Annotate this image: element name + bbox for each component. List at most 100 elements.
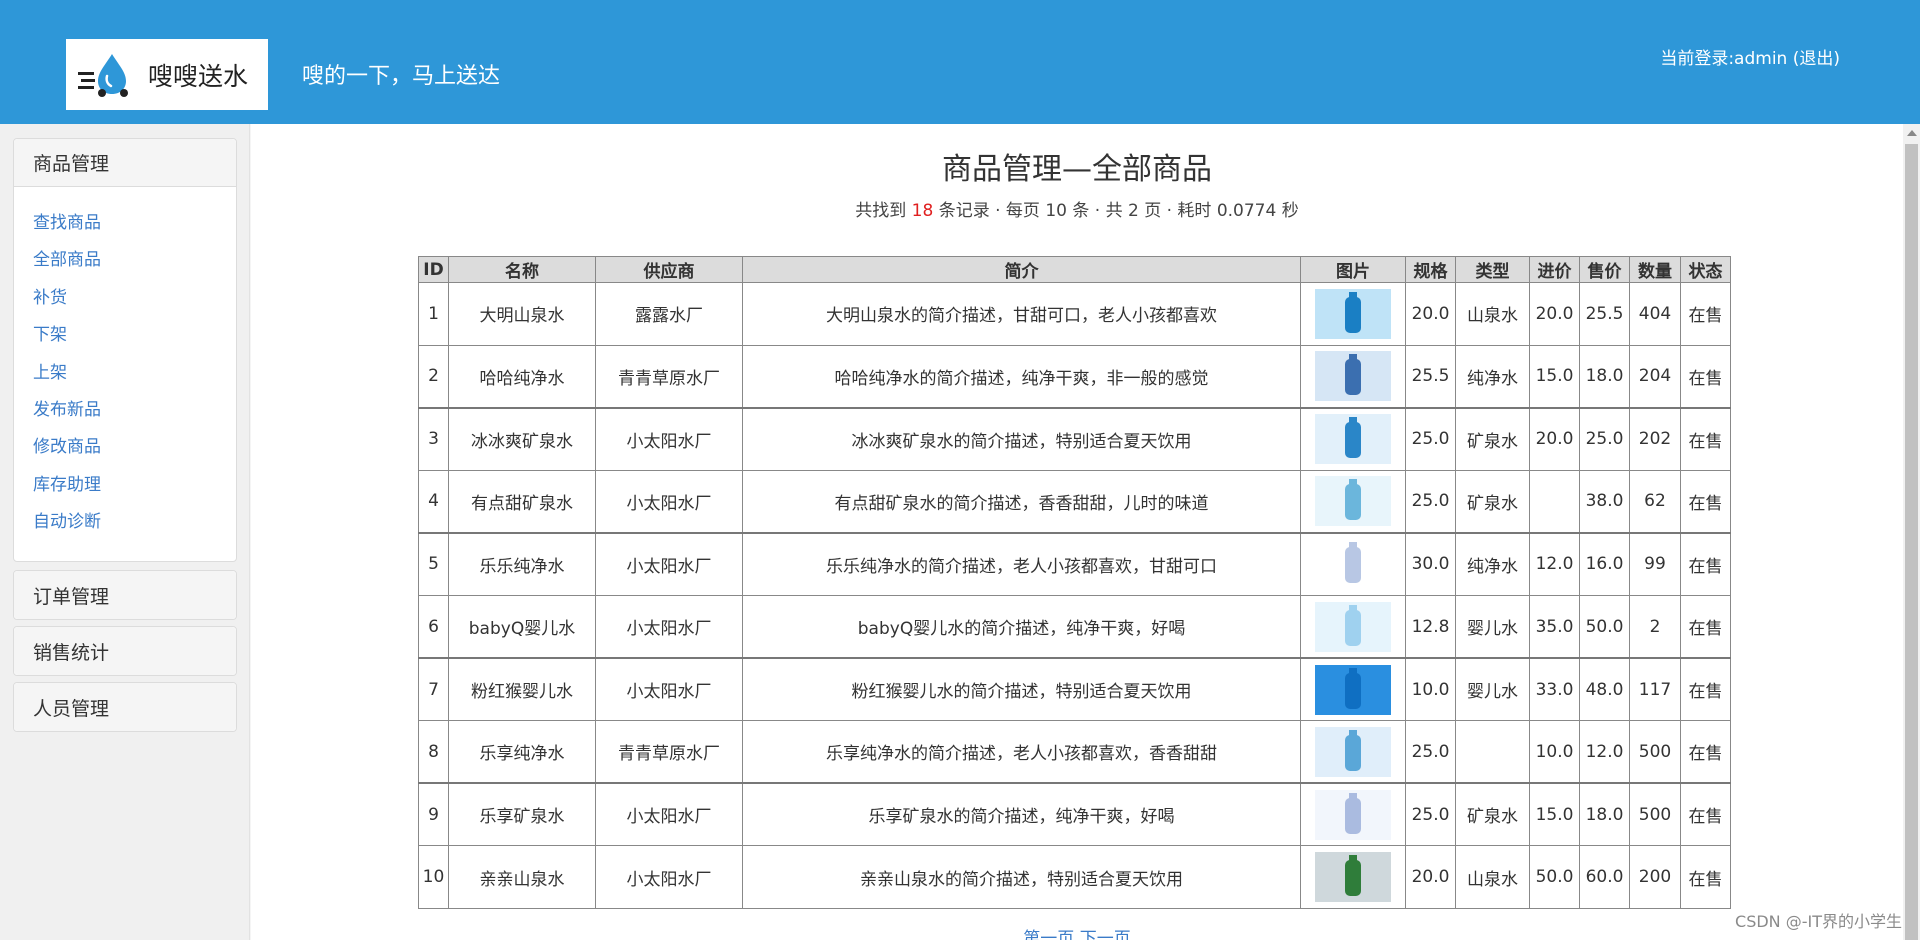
cell-id: 6: [418, 594, 449, 659]
cell-cost-price: 15.0: [1529, 344, 1580, 409]
logout-link[interactable]: (退出): [1793, 49, 1840, 69]
cell-id: 10: [418, 845, 449, 909]
table-row[interactable]: 4 有点甜矿泉水 小太阳水厂 有点甜矿泉水的简介描述，香香甜甜，儿时的味道 25.0 矿泉…: [418, 469, 1731, 534]
cell-name: 乐乐纯净水: [448, 531, 596, 596]
vertical-scrollbar[interactable]: [1903, 124, 1920, 940]
product-thumbnail[interactable]: [1315, 852, 1391, 903]
cell-supplier: 小太阳水厂: [595, 845, 743, 909]
cell-status: 在售: [1680, 720, 1731, 784]
pagination[interactable]: 第一页 下一页: [251, 924, 1903, 940]
product-thumbnail[interactable]: [1315, 414, 1391, 465]
cell-spec: 25.0: [1405, 782, 1456, 847]
product-thumbnail[interactable]: [1315, 601, 1391, 652]
product-thumbnail[interactable]: [1315, 476, 1391, 527]
sidebar-item-search-goods[interactable]: 查找商品: [33, 205, 236, 242]
cell-type: 矿泉水: [1455, 782, 1530, 847]
cell-id: 8: [418, 720, 449, 784]
product-thumbnail[interactable]: [1315, 351, 1391, 402]
product-image-cell: [1300, 845, 1406, 909]
sidebar-item-auto-diagnose[interactable]: 自动诊断: [33, 504, 236, 541]
product-image-cell: [1300, 282, 1406, 346]
cell-sale-price: 16.0: [1579, 531, 1630, 596]
sidebar-item-on-shelf[interactable]: 上架: [33, 355, 236, 392]
cell-type: 婴儿水: [1455, 657, 1530, 722]
product-thumbnail[interactable]: [1315, 726, 1391, 777]
table-row[interactable]: 6 babyQ婴儿水 小太阳水厂 babyQ婴儿水的简介描述，纯净干爽，好喝 12.8 婴…: [418, 594, 1731, 659]
sidebar-panel-sales[interactable]: 销售统计: [13, 626, 237, 676]
cell-cost-price: 12.0: [1529, 531, 1580, 596]
cell-id: 1: [418, 282, 449, 346]
cell-supplier: 露露水厂: [595, 282, 743, 346]
panel-title-orders[interactable]: 订单管理: [14, 571, 236, 619]
product-thumbnail[interactable]: [1315, 288, 1391, 339]
cell-supplier: 小太阳水厂: [595, 657, 743, 722]
cell-supplier: 小太阳水厂: [595, 531, 743, 596]
cell-description: 冰冰爽矿泉水的简介描述，特别适合夏天饮用: [742, 406, 1301, 471]
goods-table: ID 名称 供应商 简介 图片 规格 类型 进价 售价 数量 状态 1 大明山泉水 露露水厂 大明山泉水的…: [418, 256, 1731, 909]
cell-sale-price: 18.0: [1579, 344, 1630, 409]
sidebar-item-stock-assistant[interactable]: 库存助理: [33, 467, 236, 504]
column-header: 售价: [1579, 256, 1630, 283]
sidebar-item-publish-new[interactable]: 发布新品: [33, 392, 236, 429]
sidebar-panel-orders[interactable]: 订单管理: [13, 570, 237, 620]
cell-spec: 30.0: [1405, 531, 1456, 596]
cell-supplier: 小太阳水厂: [595, 406, 743, 471]
cell-id: 9: [418, 782, 449, 847]
cell-supplier: 小太阳水厂: [595, 469, 743, 534]
table-row[interactable]: 9 乐享矿泉水 小太阳水厂 乐享矿泉水的简介描述，纯净干爽，好喝 25.0 矿泉水 15.0…: [418, 782, 1731, 847]
cell-sale-price: 25.5: [1579, 282, 1630, 346]
cell-sale-price: 38.0: [1579, 469, 1630, 534]
product-thumbnail[interactable]: [1315, 789, 1391, 840]
summary-suffix: 条记录 · 每页 10 条 · 共 2 页 · 耗时 0.0774 秒: [938, 201, 1299, 221]
cell-status: 在售: [1680, 657, 1731, 722]
summary-prefix: 共找到: [855, 201, 907, 221]
cell-status: 在售: [1680, 531, 1731, 596]
column-header: ID: [418, 256, 449, 283]
product-thumbnail[interactable]: [1315, 664, 1391, 715]
cell-spec: 20.0: [1405, 282, 1456, 346]
cell-type: 矿泉水: [1455, 469, 1530, 534]
panel-title-goods[interactable]: 商品管理: [14, 139, 236, 187]
cell-id: 5: [418, 531, 449, 596]
sidebar-item-off-shelf[interactable]: 下架: [33, 317, 236, 354]
cell-name: 有点甜矿泉水: [448, 469, 596, 534]
panel-title-sales[interactable]: 销售统计: [14, 627, 236, 675]
table-row[interactable]: 10 亲亲山泉水 小太阳水厂 亲亲山泉水的简介描述，特别适合夏天饮用 20.0 山泉水 50…: [418, 845, 1731, 909]
sidebar-item-all-goods[interactable]: 全部商品: [33, 242, 236, 279]
panel-title-staff[interactable]: 人员管理: [14, 683, 236, 731]
table-row[interactable]: 1 大明山泉水 露露水厂 大明山泉水的简介描述，甘甜可口，老人小孩都喜欢 20.0 山泉水…: [418, 282, 1731, 346]
scroll-up-arrow-icon[interactable]: [1907, 130, 1917, 136]
table-header-row: ID 名称 供应商 简介 图片 规格 类型 进价 售价 数量 状态: [418, 256, 1731, 283]
table-row[interactable]: 2 哈哈纯净水 青青草原水厂 哈哈纯净水的简介描述，纯净干爽，非一般的感觉 25.5 纯净…: [418, 344, 1731, 409]
sidebar-item-restock[interactable]: 补货: [33, 280, 236, 317]
sidebar-panel-goods: 商品管理 查找商品 全部商品 补货 下架 上架 发布新品 修改商品 库存助理 自…: [13, 138, 237, 562]
sidebar-item-edit-goods[interactable]: 修改商品: [33, 429, 236, 466]
logo[interactable]: 嗖嗖送水: [66, 39, 268, 110]
current-user: 当前登录:admin: [1660, 49, 1788, 69]
cell-quantity: 200: [1629, 845, 1681, 909]
cell-description: 有点甜矿泉水的简介描述，香香甜甜，儿时的味道: [742, 469, 1301, 534]
table-row[interactable]: 8 乐享纯净水 青青草原水厂 乐享纯净水的简介描述，老人小孩都喜欢，香香甜甜 25.0 1…: [418, 720, 1731, 784]
cell-id: 4: [418, 469, 449, 534]
table-row[interactable]: 3 冰冰爽矿泉水 小太阳水厂 冰冰爽矿泉水的简介描述，特别适合夏天饮用 25.0 矿泉水 2…: [418, 406, 1731, 471]
cell-status: 在售: [1680, 344, 1731, 409]
column-header: 供应商: [595, 256, 743, 283]
cell-cost-price: 35.0: [1529, 594, 1580, 659]
cell-spec: 25.0: [1405, 469, 1456, 534]
page-title: 商品管理—全部商品: [942, 152, 1212, 187]
cell-name: 大明山泉水: [448, 282, 596, 346]
cell-description: 乐享矿泉水的简介描述，纯净干爽，好喝: [742, 782, 1301, 847]
cell-id: 3: [418, 406, 449, 471]
cell-name: 乐享矿泉水: [448, 782, 596, 847]
cell-status: 在售: [1680, 594, 1731, 659]
cell-spec: 25.0: [1405, 406, 1456, 471]
cell-sale-price: 18.0: [1579, 782, 1630, 847]
cell-name: babyQ婴儿水: [448, 594, 596, 659]
sidebar-panel-staff[interactable]: 人员管理: [13, 682, 237, 732]
table-row[interactable]: 7 粉红猴婴儿水 小太阳水厂 粉红猴婴儿水的简介描述，特别适合夏天饮用 10.0 婴儿水 3…: [418, 657, 1731, 722]
scroll-thumb[interactable]: [1905, 144, 1918, 940]
cell-sale-price: 60.0: [1579, 845, 1630, 909]
product-thumbnail[interactable]: [1315, 539, 1391, 590]
table-row[interactable]: 5 乐乐纯净水 小太阳水厂 乐乐纯净水的简介描述，老人小孩都喜欢，甘甜可口 30.0 纯净…: [418, 531, 1731, 596]
cell-spec: 25.0: [1405, 720, 1456, 784]
